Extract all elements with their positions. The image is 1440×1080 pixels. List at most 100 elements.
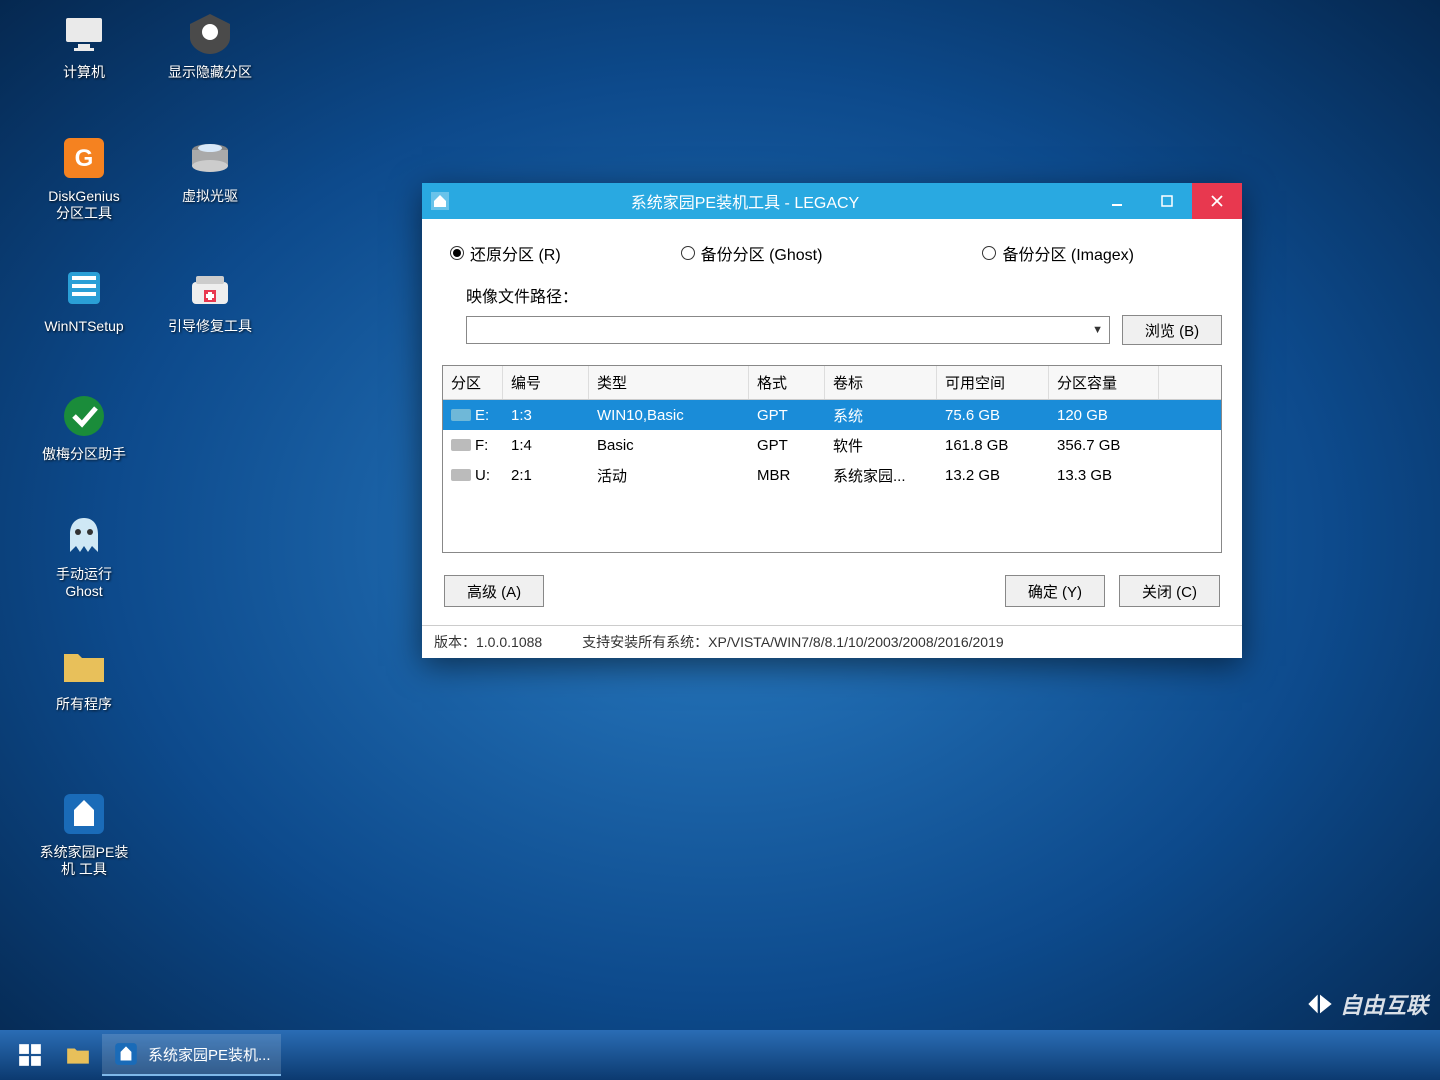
maximize-button[interactable] [1142,183,1192,219]
button-label: 确定 (Y) [1028,581,1082,602]
advanced-button[interactable]: 高级 (A) [444,575,544,607]
button-label: 高级 (A) [467,581,521,602]
pe-installer-window: 系统家园PE装机工具 - LEGACY 还原分区 (R) 备份分区 (Ghost… [422,183,1242,658]
col-format[interactable]: 格式 [749,366,825,399]
start-button[interactable] [6,1034,54,1076]
image-path-dropdown[interactable]: ▼ [466,316,1110,344]
label-cell: 系统 [825,401,937,430]
desktop-icon-ghost[interactable]: 手动运行 Ghost [34,510,134,600]
desktop-icon-label: 所有程序 [34,696,134,713]
desktop-icon-virtual-drive[interactable]: 虚拟光驱 [160,132,260,205]
app-icon [422,192,458,210]
label-cell: 系统家园... [825,461,937,490]
table-row[interactable]: E:1:3WIN10,BasicGPT系统75.6 GB120 GB [443,400,1221,430]
col-free[interactable]: 可用空间 [937,366,1049,399]
desktop-icon-show-hidden[interactable]: 显示隐藏分区 [160,8,260,81]
desktop-icon-label: 傲梅分区助手 [34,446,134,463]
number-cell: 1:4 [503,433,589,458]
desktop-icon-aomei[interactable]: 傲梅分区助手 [34,390,134,463]
format-cell: GPT [749,433,825,458]
number-cell: 2:1 [503,463,589,488]
taskbar-pe-installer[interactable]: 系统家园PE装机... [102,1034,281,1076]
diskgenius-icon: G [58,132,110,184]
drive-cell: F: [443,433,503,458]
show-hidden-icon [184,8,236,60]
partition-table: 分区 编号 类型 格式 卷标 可用空间 分区容量 E:1:3WIN10,Basi… [442,365,1222,553]
pe-tool-icon [112,1040,140,1068]
drive-cell: U: [443,463,503,488]
watermark: 自由互联 [1306,988,1428,1020]
col-partition[interactable]: 分区 [443,366,503,399]
version-text: 版本：1.0.0.1088 [434,632,542,652]
desktop-icon-boot-repair[interactable]: 引导修复工具 [160,262,260,335]
desktop-icon-label: DiskGenius 分区工具 [34,188,134,222]
taskbar-file-explorer[interactable] [54,1034,102,1076]
type-cell: Basic [589,433,749,458]
free-cell: 13.2 GB [937,463,1049,488]
pe-tool-icon [58,788,110,840]
label-cell: 软件 [825,431,937,460]
radio-label: 备份分区 (Imagex) [1002,241,1134,265]
folder-icon [58,640,110,692]
ghost-icon [58,510,110,562]
type-cell: 活动 [589,461,749,490]
format-cell: GPT [749,403,825,428]
desktop-icon-all-programs[interactable]: 所有程序 [34,640,134,713]
button-label: 关闭 (C) [1142,581,1197,602]
radio-dot-icon [681,246,695,260]
col-label[interactable]: 卷标 [825,366,937,399]
virtual-drive-icon [184,132,236,184]
image-path-label: 映像文件路径： [442,279,1222,315]
radio-restore[interactable]: 还原分区 (R) [450,241,561,265]
close-window-button[interactable]: 关闭 (C) [1119,575,1220,607]
boot-repair-icon [184,262,236,314]
status-bar: 版本：1.0.0.1088 支持安装所有系统：XP/VISTA/WIN7/8/8… [422,625,1242,658]
radio-dot-icon [982,246,996,260]
table-row[interactable]: F:1:4BasicGPT软件161.8 GB356.7 GB [443,430,1221,460]
desktop-icon-diskgenius[interactable]: G DiskGenius 分区工具 [34,132,134,222]
desktop-icon-label: 虚拟光驱 [160,188,260,205]
svg-text:G: G [75,145,94,172]
aomei-icon [58,390,110,442]
titlebar[interactable]: 系统家园PE装机工具 - LEGACY [422,183,1242,219]
desktop-icon-label: 显示隐藏分区 [160,64,260,81]
capacity-cell: 356.7 GB [1049,433,1159,458]
chevron-down-icon: ▼ [1092,324,1103,336]
free-cell: 161.8 GB [937,433,1049,458]
free-cell: 75.6 GB [937,403,1049,428]
col-capacity[interactable]: 分区容量 [1049,366,1159,399]
minimize-button[interactable] [1092,183,1142,219]
type-cell: WIN10,Basic [589,403,749,428]
table-row[interactable]: U:2:1活动MBR系统家园...13.2 GB13.3 GB [443,460,1221,490]
radio-backup-ghost[interactable]: 备份分区 (Ghost) [681,241,823,265]
desktop-icon-winntsetup[interactable]: WinNTSetup [34,262,134,335]
support-text: 支持安装所有系统：XP/VISTA/WIN7/8/8.1/10/2003/200… [582,632,1004,652]
drive-cell: E: [443,403,503,428]
hdd-icon [451,409,471,421]
close-button[interactable] [1192,183,1242,219]
desktop-icon-computer[interactable]: 计算机 [34,8,134,81]
desktop-icon-label: 系统家园PE装 机 工具 [34,844,134,878]
desktop-icon-pe-tool[interactable]: 系统家园PE装 机 工具 [34,788,134,878]
ok-button[interactable]: 确定 (Y) [1005,575,1105,607]
hdd-icon [451,439,471,451]
winntsetup-icon [58,262,110,314]
capacity-cell: 13.3 GB [1049,463,1159,488]
radio-label: 还原分区 (R) [470,241,561,265]
radio-backup-imagex[interactable]: 备份分区 (Imagex) [982,241,1134,265]
table-header: 分区 编号 类型 格式 卷标 可用空间 分区容量 [443,366,1221,400]
radio-dot-icon [450,246,464,260]
taskbar-item-label: 系统家园PE装机... [148,1044,271,1065]
desktop-icon-label: 引导修复工具 [160,318,260,335]
folder-icon [64,1041,92,1069]
browse-button[interactable]: 浏览 (B) [1122,315,1222,345]
mode-radio-group: 还原分区 (R) 备份分区 (Ghost) 备份分区 (Imagex) [442,235,1222,279]
desktop-icon-label: 计算机 [34,64,134,81]
desktop-icon-label: 手动运行 Ghost [34,566,134,600]
capacity-cell: 120 GB [1049,403,1159,428]
number-cell: 1:3 [503,403,589,428]
col-number[interactable]: 编号 [503,366,589,399]
monitor-icon [58,8,110,60]
col-type[interactable]: 类型 [589,366,749,399]
window-title: 系统家园PE装机工具 - LEGACY [458,189,1092,213]
